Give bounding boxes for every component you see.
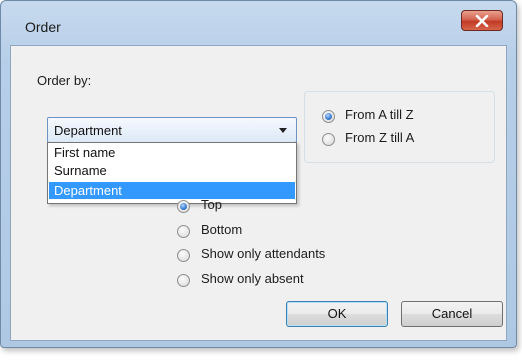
radio-show-only-attendants[interactable]: [177, 249, 190, 262]
radio-label-bottom: Bottom: [201, 222, 243, 237]
radio-selected-dot: [180, 203, 187, 210]
order-dialog: Order Order by: Department First name Su…: [0, 0, 517, 348]
radio-label-show-only-absent: Show only absent: [201, 271, 304, 286]
dialog-body: Order by: Department First name Surname …: [10, 45, 507, 341]
ok-button[interactable]: OK: [286, 301, 388, 327]
dialog-title: Order: [25, 19, 61, 35]
radio-from-a-till-z[interactable]: [322, 110, 335, 123]
order-by-selected-value: Department: [54, 123, 122, 138]
close-x-icon: [475, 14, 489, 27]
radio-label-from-a-till-z: From A till Z: [345, 107, 414, 122]
order-by-label: Order by:: [37, 73, 92, 88]
radio-from-z-till-a[interactable]: [322, 133, 335, 146]
radio-selected-dot: [325, 113, 332, 120]
sort-direction-group: From A till Z From Z till A: [304, 91, 495, 163]
radio-label-from-z-till-a: From Z till A: [345, 130, 415, 145]
cancel-button[interactable]: Cancel: [401, 301, 503, 327]
radio-label-top: Top: [201, 197, 222, 212]
order-by-combobox[interactable]: Department: [47, 117, 297, 143]
chevron-down-icon: [279, 128, 287, 133]
radio-show-only-absent[interactable]: [177, 274, 190, 287]
radio-label-show-only-attendants: Show only attendants: [201, 246, 326, 261]
radio-top[interactable]: [177, 200, 190, 213]
radio-bottom[interactable]: [177, 225, 190, 238]
dropdown-option-first-name[interactable]: First name: [49, 144, 295, 161]
order-by-dropdown-list: First name Surname Department: [47, 142, 297, 204]
close-button[interactable]: [461, 10, 503, 31]
dropdown-option-department[interactable]: Department: [49, 182, 295, 199]
dropdown-option-surname[interactable]: Surname: [49, 162, 295, 179]
